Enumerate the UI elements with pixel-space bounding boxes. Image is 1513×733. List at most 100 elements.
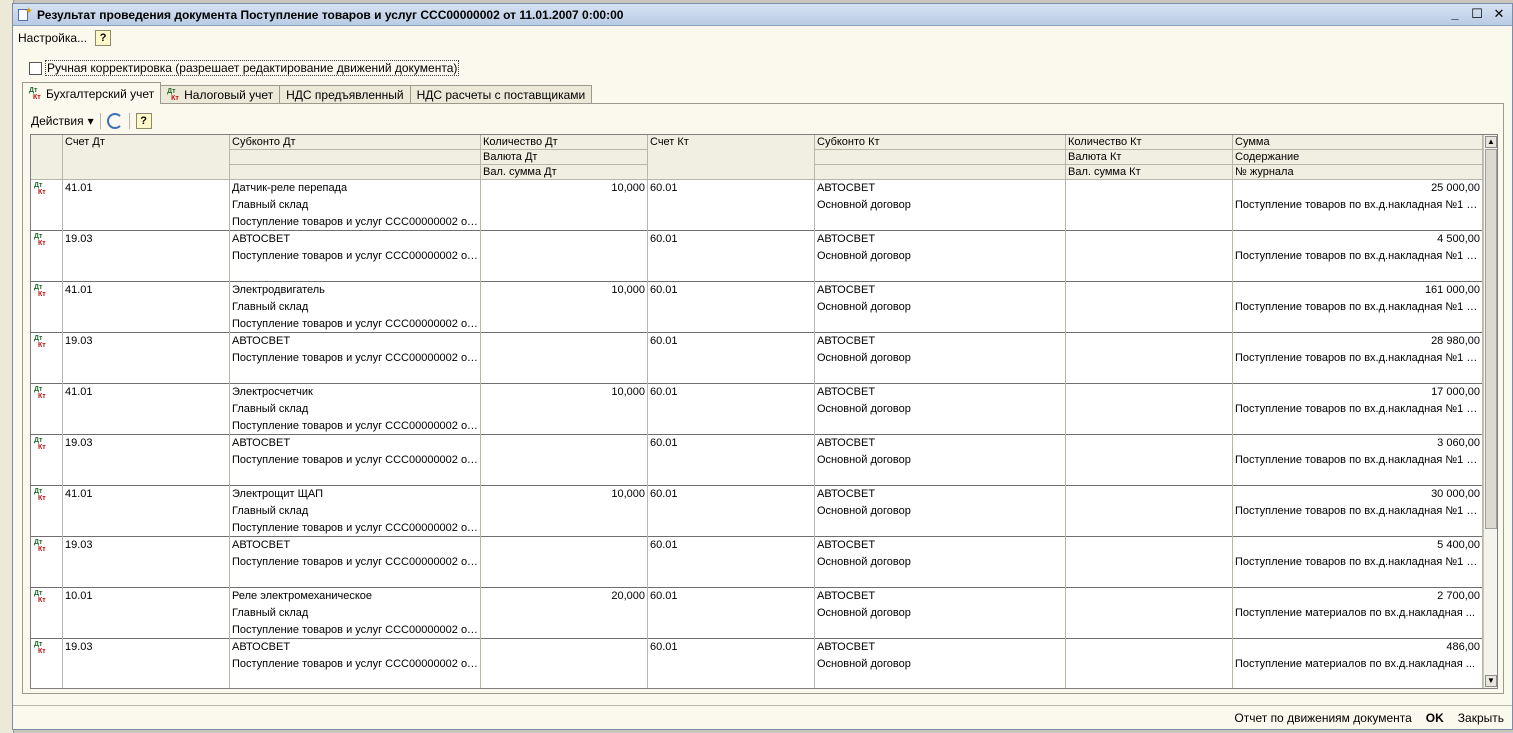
cell-dt-qty[interactable]: 10,000 (481, 384, 648, 435)
cell-dt-qty[interactable] (481, 435, 648, 486)
cell-sum[interactable]: 17 000,00 Поступление товаров по вх.д.нак… (1233, 384, 1483, 435)
cell-icon[interactable]: Дт Кт (31, 282, 63, 333)
cell-icon[interactable]: Дт Кт (31, 333, 63, 384)
table-row[interactable]: Дт Кт 19.03 АВТОСВЕТ Поступление товаров и у… (31, 333, 1483, 384)
scroll-thumb[interactable] (1485, 149, 1497, 529)
cell-dt-sub[interactable]: Электродвигатель Главный склад Поступление… (230, 282, 481, 333)
cell-sum[interactable]: 5 400,00 Поступление товаров по вх.д.накл… (1233, 537, 1483, 588)
cell-dt-sub[interactable]: Реле электромеханическое Главный склад Пос… (230, 588, 481, 639)
cell-kt[interactable]: 60.01 (648, 639, 815, 688)
vertical-scrollbar[interactable]: ▲ ▼ (1483, 135, 1497, 688)
cell-sum[interactable]: 486,00 Поступление материалов по вх.д.нак… (1233, 639, 1483, 688)
table-row[interactable]: Дт Кт 41.01 Электрощит ЩАП Главный склад Пост… (31, 486, 1483, 537)
cell-icon[interactable]: Дт Кт (31, 435, 63, 486)
cell-kt[interactable]: 60.01 (648, 435, 815, 486)
manual-correction-label[interactable]: Ручная корректировка (разрешает редактир… (45, 60, 460, 76)
cell-kt-qty[interactable] (1066, 537, 1233, 588)
header-kt-account[interactable]: Счет Кт (648, 135, 815, 180)
cell-kt-qty[interactable] (1066, 486, 1233, 537)
cell-kt-sub[interactable]: АВТОСВЕТ Основной договор (815, 537, 1066, 588)
grid-help-button[interactable]: ? (135, 113, 152, 129)
cell-kt-sub[interactable]: АВТОСВЕТ Основной договор (815, 384, 1066, 435)
cell-dt-sub[interactable]: АВТОСВЕТ Поступление товаров и услуг ССС0… (230, 435, 481, 486)
cell-icon[interactable]: Дт Кт (31, 588, 63, 639)
cell-dt[interactable]: 41.01 (63, 180, 230, 231)
cell-dt-sub[interactable]: АВТОСВЕТ Поступление товаров и услуг ССС0… (230, 537, 481, 588)
header-dt-account[interactable]: Счет Дт (63, 135, 230, 180)
ok-button[interactable]: OK (1426, 711, 1444, 725)
cell-dt-qty[interactable]: 20,000 (481, 588, 648, 639)
cell-kt[interactable]: 60.01 (648, 231, 815, 282)
cell-dt-sub[interactable]: АВТОСВЕТ Поступление товаров и услуг ССС0… (230, 639, 481, 688)
cell-icon[interactable]: Дт Кт (31, 180, 63, 231)
cell-dt-qty[interactable]: 10,000 (481, 486, 648, 537)
cell-kt-qty[interactable] (1066, 588, 1233, 639)
cell-icon[interactable]: Дт Кт (31, 537, 63, 588)
cell-kt-qty[interactable] (1066, 639, 1233, 688)
cell-kt-sub[interactable]: АВТОСВЕТ Основной договор (815, 333, 1066, 384)
table-row[interactable]: Дт Кт 19.03 АВТОСВЕТ Поступление товаров и у… (31, 537, 1483, 588)
cell-dt[interactable]: 19.03 (63, 333, 230, 384)
refresh-icon[interactable] (106, 113, 123, 129)
cell-sum[interactable]: 4 500,00 Поступление товаров по вх.д.накл… (1233, 231, 1483, 282)
cell-sum[interactable]: 161 000,00 Поступление товаров по вх.д.на… (1233, 282, 1483, 333)
cell-sum[interactable]: 30 000,00 Поступление товаров по вх.д.нак… (1233, 486, 1483, 537)
scroll-down-icon[interactable]: ▼ (1485, 675, 1497, 687)
close-window-button[interactable]: ✕ (1492, 7, 1506, 21)
cell-icon[interactable]: Дт Кт (31, 486, 63, 537)
cell-sum[interactable]: 2 700,00 Поступление материалов по вх.д.н… (1233, 588, 1483, 639)
table-row[interactable]: Дт Кт 41.01 Датчик-реле перепада Главный скл… (31, 180, 1483, 231)
header-dt-cur-sum[interactable]: Вал. сумма Дт (481, 165, 648, 180)
cell-dt-qty[interactable] (481, 333, 648, 384)
header-dt-currency[interactable]: Валюта Дт (481, 150, 648, 165)
cell-dt-sub[interactable]: Электросчетчик Главный склад Поступление т… (230, 384, 481, 435)
tab-tax[interactable]: Дт Кт Налоговый учет (160, 85, 281, 104)
tab-vat-suppliers[interactable]: НДС расчеты с поставщиками (409, 85, 593, 104)
header-kt-cur-sum[interactable]: Вал. сумма Кт (1066, 165, 1233, 180)
cell-kt-qty[interactable] (1066, 231, 1233, 282)
help-button[interactable]: ? (95, 30, 112, 46)
cell-dt-qty[interactable] (481, 537, 648, 588)
header-journal[interactable]: № журнала (1233, 165, 1483, 180)
table-row[interactable]: Дт Кт 41.01 Электродвигатель Главный склад По… (31, 282, 1483, 333)
cell-kt-sub[interactable]: АВТОСВЕТ Основной договор (815, 639, 1066, 688)
header-sum[interactable]: Сумма (1233, 135, 1483, 150)
cell-dt-qty[interactable]: 10,000 (481, 180, 648, 231)
close-button[interactable]: Закрыть (1458, 711, 1504, 725)
cell-dt-sub[interactable]: Электрощит ЩАП Главный склад Поступление т… (230, 486, 481, 537)
cell-sum[interactable]: 3 060,00 Поступление товаров по вх.д.накл… (1233, 435, 1483, 486)
cell-kt-sub[interactable]: АВТОСВЕТ Основной договор (815, 231, 1066, 282)
maximize-button[interactable]: ☐ (1470, 7, 1484, 21)
cell-dt-qty[interactable] (481, 639, 648, 688)
cell-kt[interactable]: 60.01 (648, 537, 815, 588)
cell-kt[interactable]: 60.01 (648, 486, 815, 537)
cell-kt[interactable]: 60.01 (648, 588, 815, 639)
tab-accounting[interactable]: Дт Кт Бухгалтерский учет (22, 82, 162, 104)
cell-dt-sub[interactable]: Датчик-реле перепада Главный склад Поступл… (230, 180, 481, 231)
header-kt-qty[interactable]: Количество Кт (1066, 135, 1233, 150)
cell-dt-sub[interactable]: АВТОСВЕТ Поступление товаров и услуг ССС0… (230, 333, 481, 384)
cell-kt-qty[interactable] (1066, 333, 1233, 384)
cell-dt[interactable]: 10.01 (63, 588, 230, 639)
cell-kt-qty[interactable] (1066, 435, 1233, 486)
table-row[interactable]: Дт Кт 10.01 Реле электромеханическое Главный… (31, 588, 1483, 639)
cell-dt[interactable]: 41.01 (63, 486, 230, 537)
actions-menu-button[interactable]: Действия ▾ (31, 114, 94, 128)
cell-dt[interactable]: 19.03 (63, 231, 230, 282)
cell-icon[interactable]: Дт Кт (31, 231, 63, 282)
cell-kt-qty[interactable] (1066, 384, 1233, 435)
cell-kt-sub[interactable]: АВТОСВЕТ Основной договор (815, 435, 1066, 486)
cell-kt-sub[interactable]: АВТОСВЕТ Основной договор (815, 486, 1066, 537)
header-kt-subconto[interactable]: Субконто Кт (815, 135, 1066, 150)
header-kt-currency[interactable]: Валюта Кт (1066, 150, 1233, 165)
cell-sum[interactable]: 25 000,00 Поступление товаров по вх.д.нак… (1233, 180, 1483, 231)
cell-kt-sub[interactable]: АВТОСВЕТ Основной договор (815, 180, 1066, 231)
cell-kt-qty[interactable] (1066, 180, 1233, 231)
cell-dt-qty[interactable] (481, 231, 648, 282)
header-dt-qty[interactable]: Количество Дт (481, 135, 648, 150)
cell-dt[interactable]: 19.03 (63, 435, 230, 486)
minimize-button[interactable]: _ (1448, 7, 1462, 21)
table-row[interactable]: Дт Кт 19.03 АВТОСВЕТ Поступление товаров и у… (31, 231, 1483, 282)
header-content[interactable]: Содержание (1233, 150, 1483, 165)
cell-kt[interactable]: 60.01 (648, 180, 815, 231)
